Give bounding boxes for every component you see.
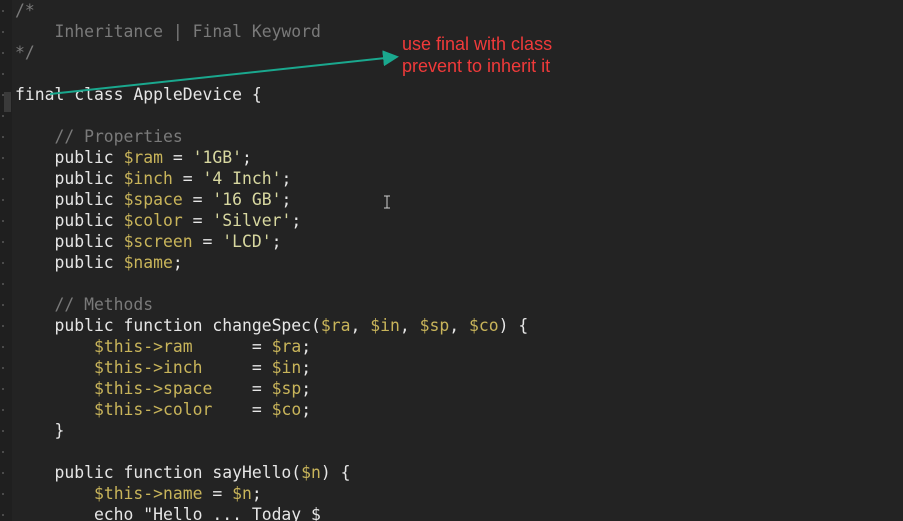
annotation-arrow xyxy=(49,50,399,95)
code-editor[interactable]: /* Inheritance | Final Keyword */final cl… xyxy=(0,0,903,521)
annotation-note: use final with class prevent to inherit … xyxy=(402,33,552,77)
annotation-line-2: prevent to inherit it xyxy=(402,56,551,76)
text-cursor-icon xyxy=(384,195,390,209)
annotation-line-1: use final with class xyxy=(402,34,553,54)
